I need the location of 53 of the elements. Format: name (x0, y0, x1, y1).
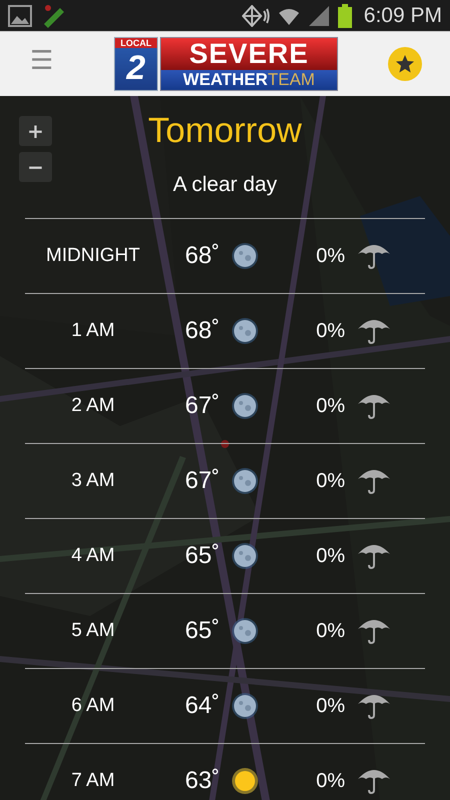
precipitation-chance: 0% (316, 394, 345, 418)
umbrella-icon (357, 542, 391, 570)
logo-badge: LOCAL 2 (114, 37, 158, 91)
sun-icon (231, 767, 259, 795)
umbrella-icon (357, 392, 391, 420)
temperature: 63˚ (185, 767, 221, 795)
moon-icon (231, 542, 259, 570)
moon-icon (231, 392, 259, 420)
temperature: 68˚ (185, 242, 221, 270)
temperature: 65˚ (185, 617, 221, 645)
moon-icon (231, 467, 259, 495)
precipitation-chance: 0% (316, 770, 345, 792)
umbrella-icon (357, 767, 391, 795)
hour-label: 2 AM (70, 395, 116, 417)
hour-label: 3 AM (70, 470, 116, 492)
temperature: 65˚ (185, 542, 221, 570)
umbrella-icon (357, 242, 391, 270)
umbrella-icon (357, 692, 391, 720)
precipitation-chance: 0% (316, 544, 345, 568)
day-title: Tomorrow (148, 110, 302, 152)
precipitation-chance: 0% (316, 620, 345, 642)
temperature: 67˚ (185, 467, 221, 495)
precipitation-chance: 0% (316, 320, 345, 342)
temperature: 67˚ (185, 392, 221, 420)
moon-icon (231, 692, 259, 720)
clock-time: 6:09 PM (364, 4, 442, 28)
precipitation-chance: 0% (316, 470, 345, 492)
moon-icon (231, 242, 259, 270)
umbrella-icon (357, 467, 391, 495)
star-icon (395, 54, 415, 74)
zoom-in-button[interactable]: + (19, 116, 52, 146)
location-icon (242, 4, 270, 26)
hour-label: 4 AM (70, 545, 116, 567)
precipitation-chance: 0% (316, 244, 345, 268)
forecast-summary: A clear day (173, 172, 277, 198)
umbrella-icon (357, 317, 391, 345)
hour-label: 6 AM (70, 695, 116, 717)
hour-label: 1 AM (70, 320, 116, 342)
signal-icon (308, 4, 330, 26)
moon-icon (231, 617, 259, 645)
precipitation-chance: 0% (316, 694, 345, 718)
temperature: 64˚ (185, 692, 221, 720)
hour-label: 5 AM (70, 620, 116, 642)
hour-label: 7 AM (70, 770, 116, 792)
hour-label: MIDNIGHT (45, 245, 141, 267)
umbrella-icon (357, 617, 391, 645)
zoom-out-button[interactable]: − (19, 152, 52, 182)
battery-icon (338, 4, 352, 28)
favorite-button[interactable] (388, 47, 422, 81)
temperature: 68˚ (185, 317, 221, 345)
logo-wordmark: SEVERE WEATHERTEAM (160, 37, 338, 91)
moon-icon (231, 317, 259, 345)
picture-icon (8, 4, 32, 26)
